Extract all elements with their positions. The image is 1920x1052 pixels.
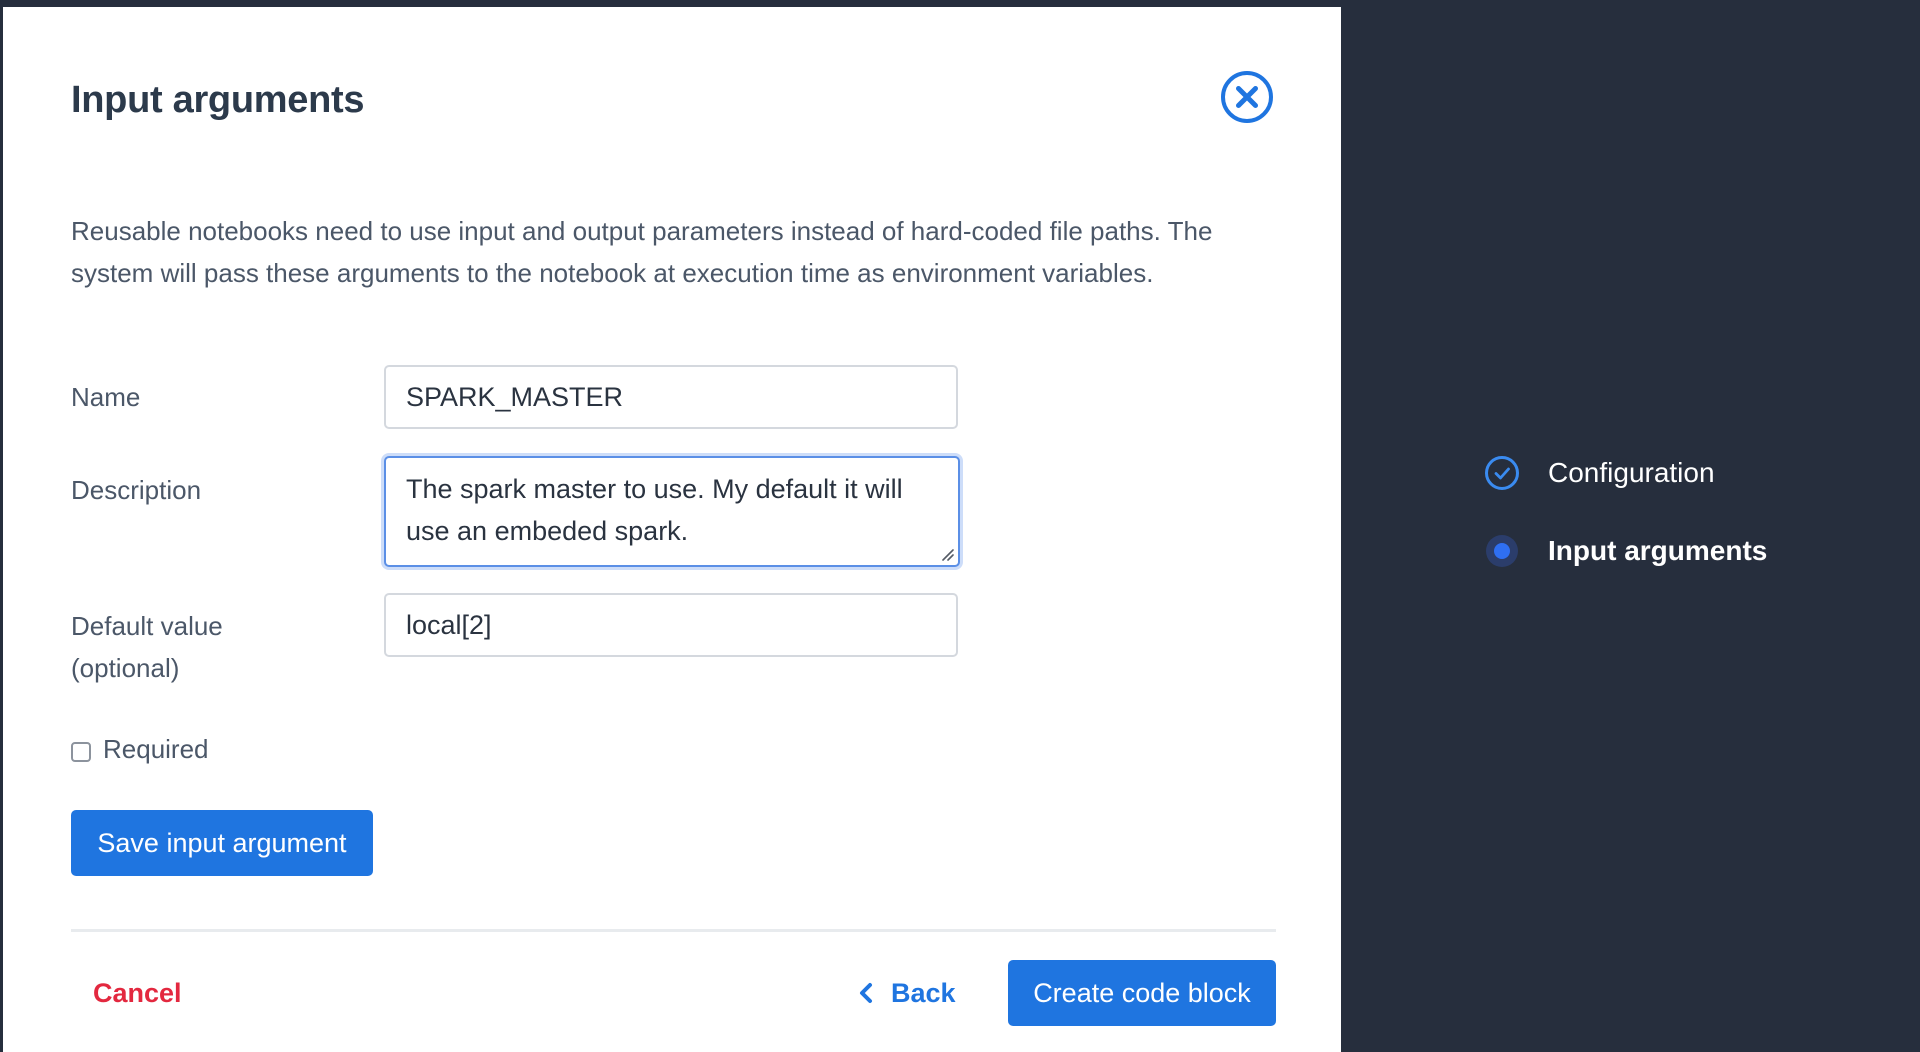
step-configuration-label: Configuration <box>1548 457 1715 488</box>
default-value-label: Default value (optional) <box>71 611 223 683</box>
footer-divider <box>71 929 1276 932</box>
create-code-block-button[interactable]: Create code block <box>1008 960 1276 1026</box>
default-value-input[interactable] <box>384 593 958 657</box>
required-checkbox-row[interactable]: Required <box>71 729 209 769</box>
back-button[interactable]: Back <box>859 973 956 1013</box>
chevron-left-icon <box>859 982 873 1004</box>
description-textarea[interactable]: The spark master to use. My default it w… <box>384 456 960 567</box>
name-label: Name <box>71 382 141 412</box>
close-circle-icon <box>1221 71 1273 123</box>
check-circle-icon <box>1484 455 1520 491</box>
required-label[interactable]: Required <box>103 734 209 765</box>
modal-title: Input arguments <box>71 79 365 121</box>
save-input-argument-button[interactable]: Save input argument <box>71 810 373 876</box>
step-input-arguments[interactable]: Input arguments <box>1484 530 1767 572</box>
step-configuration[interactable]: Configuration <box>1484 452 1767 494</box>
back-label: Back <box>891 978 956 1008</box>
wizard-steps: Configuration Input arguments <box>1484 452 1767 608</box>
cancel-button[interactable]: Cancel <box>93 973 182 1013</box>
close-button[interactable] <box>1220 70 1274 124</box>
input-arguments-modal: Input arguments Reusable notebooks need … <box>3 7 1341 1052</box>
resize-handle-icon[interactable] <box>940 547 954 561</box>
modal-description: Reusable notebooks need to use input and… <box>71 216 1213 288</box>
name-input[interactable] <box>384 365 958 429</box>
step-input-arguments-label: Input arguments <box>1548 535 1768 566</box>
active-dot-icon <box>1484 533 1520 569</box>
top-bar <box>0 0 1920 7</box>
required-checkbox[interactable] <box>71 742 91 762</box>
description-label: Description <box>71 475 202 505</box>
